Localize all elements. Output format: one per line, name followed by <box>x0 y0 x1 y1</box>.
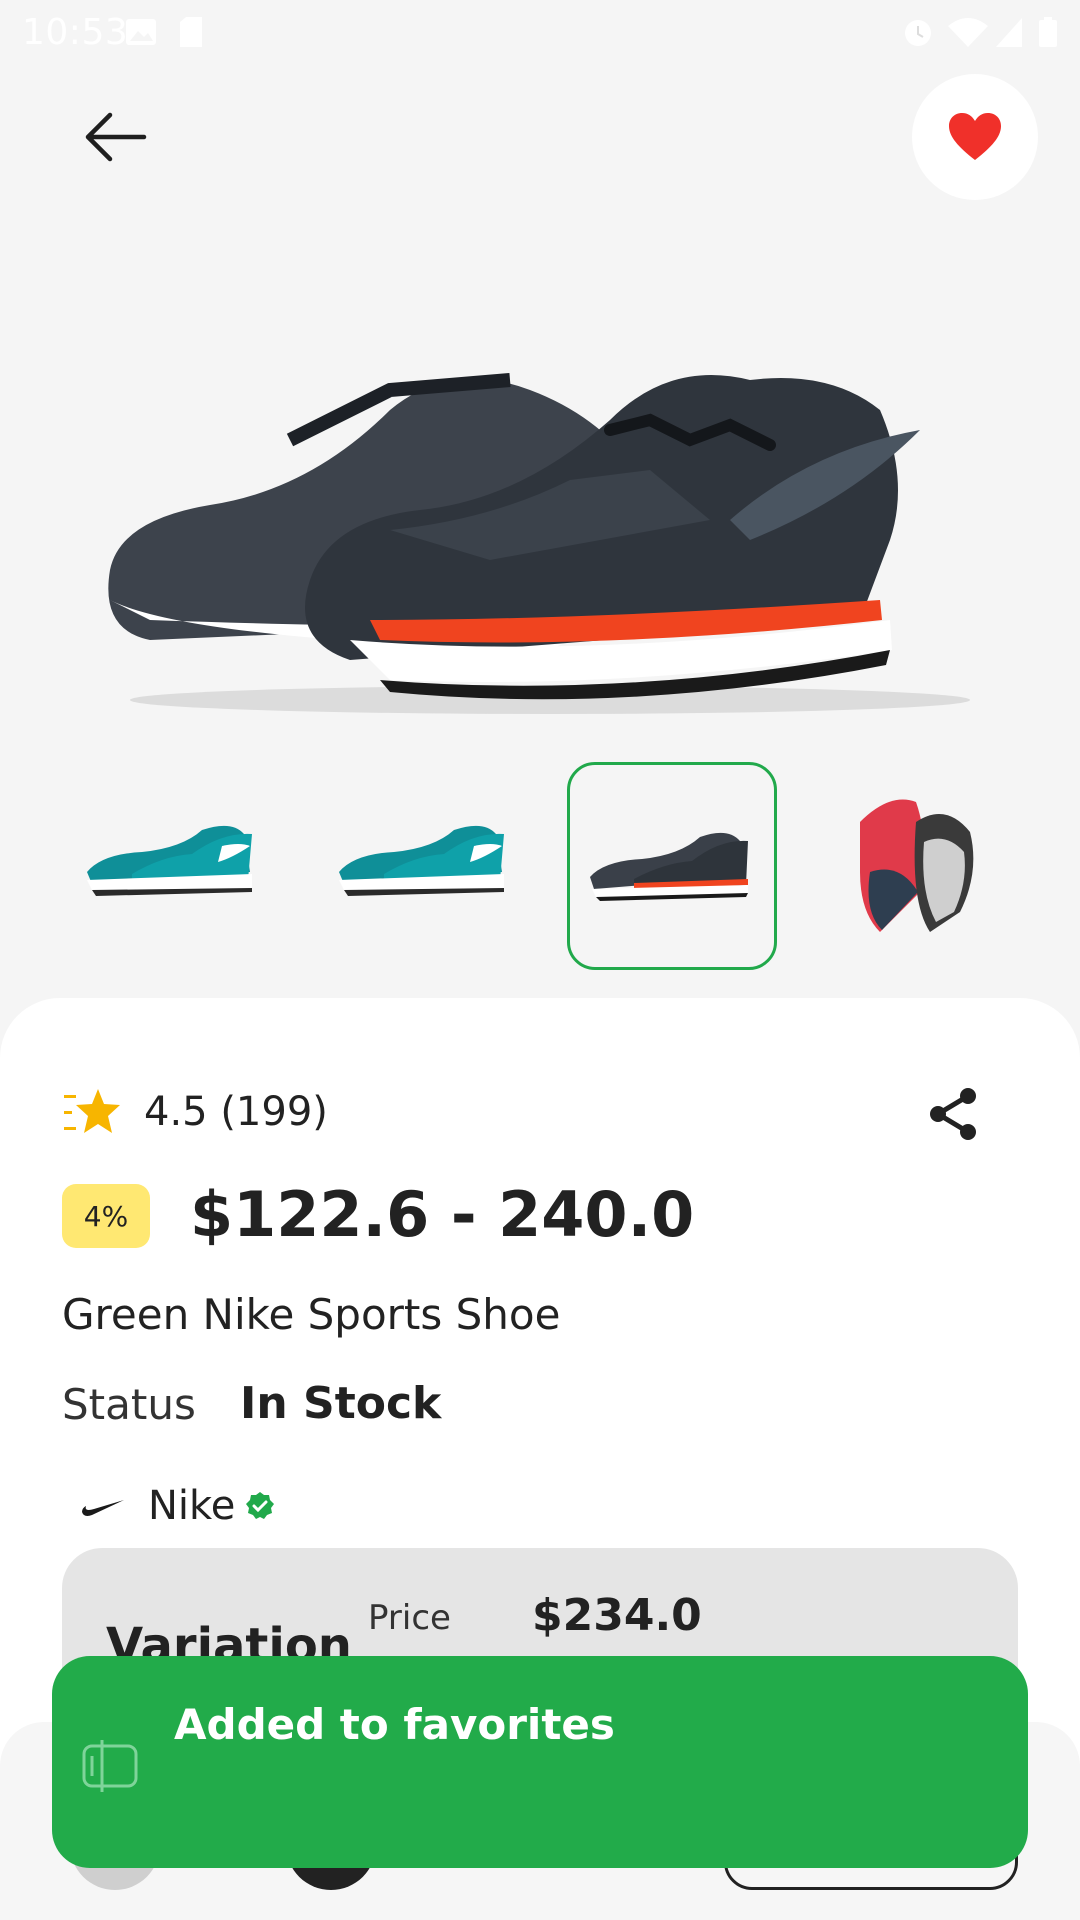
sd-card-icon <box>180 17 202 47</box>
price-range: $122.6 - 240.0 <box>190 1178 695 1251</box>
rating-text: 4.5 (199) <box>144 1089 328 1135</box>
variation-price-value: $234.0 <box>532 1590 702 1641</box>
status-label: Status <box>62 1380 196 1429</box>
thumbnail-image <box>590 832 748 901</box>
gallery-icon <box>126 19 156 45</box>
thumbnail-image <box>860 799 974 932</box>
heart-icon <box>949 113 1001 160</box>
nike-logo-icon <box>82 1500 124 1516</box>
back-button[interactable] <box>80 110 150 164</box>
rating-row: 4.5 (199) <box>62 1084 328 1140</box>
toast-message: Added to favorites <box>174 1700 615 1749</box>
brand-name: Nike <box>148 1483 236 1529</box>
signal-icon <box>996 18 1022 47</box>
favorites-toast: Added to favorites <box>52 1656 1028 1868</box>
thumbnail-dark-shoe[interactable] <box>567 762 777 970</box>
share-icon[interactable] <box>924 1084 984 1144</box>
battery-icon <box>1039 17 1057 47</box>
discount-badge: 4% <box>62 1184 150 1248</box>
thumbnail-green-shoe-2[interactable] <box>324 762 534 970</box>
thumbnail-red-shoe[interactable] <box>820 762 1030 970</box>
wifi-icon <box>948 18 988 47</box>
thumbnail-image <box>339 825 504 896</box>
favorite-button[interactable] <box>912 74 1038 200</box>
brand-row[interactable]: Nike <box>80 1478 275 1534</box>
verified-badge-icon <box>246 1492 275 1519</box>
alarm-icon <box>905 20 931 46</box>
star-icon <box>64 1089 120 1133</box>
arrow-left-icon <box>85 112 147 162</box>
status-bar: 10:53 <box>0 0 1080 66</box>
product-main-image <box>108 373 970 714</box>
status-value: In Stock <box>240 1378 442 1429</box>
status-time: 10:53 <box>22 12 129 53</box>
variation-price-label: Price <box>368 1598 451 1638</box>
toast-icon <box>82 1740 138 1792</box>
thumbnail-green-shoe-1[interactable] <box>72 762 282 970</box>
thumbnail-image <box>87 825 252 896</box>
product-name: Green Nike Sports Shoe <box>62 1290 561 1339</box>
